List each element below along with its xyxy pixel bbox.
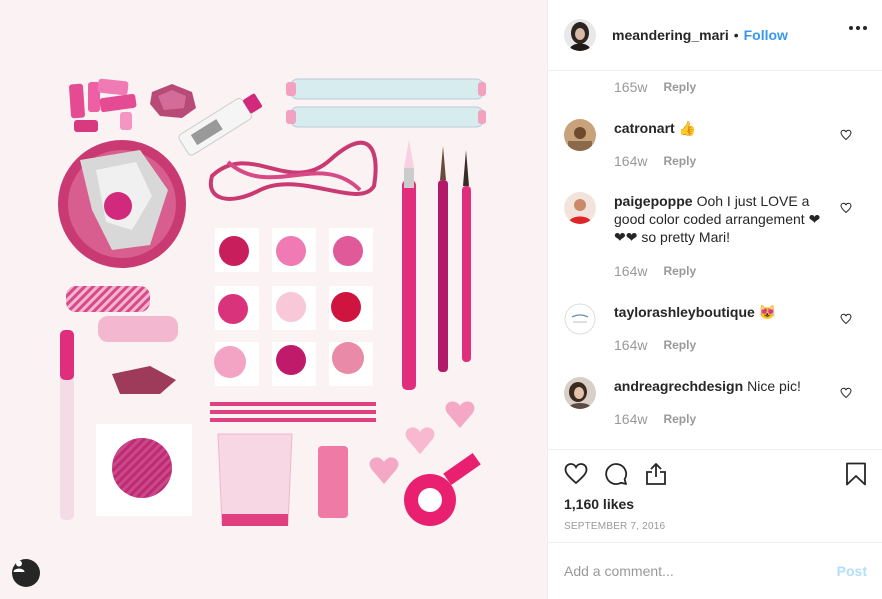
user-tag-button[interactable]: [12, 559, 40, 587]
comment-time[interactable]: 165w: [614, 79, 647, 95]
comment-item: andreagrechdesign Nice pic!: [564, 377, 864, 409]
comment-like-heart-icon[interactable]: [840, 129, 852, 141]
comment-time[interactable]: 164w: [614, 411, 647, 427]
reply-button[interactable]: Reply: [663, 338, 696, 352]
comment-text: Nice pic!: [747, 378, 801, 394]
comment-meta: 164w Reply: [614, 263, 696, 279]
comment-username[interactable]: catronart: [614, 120, 675, 136]
post-comment-button[interactable]: Post: [837, 563, 867, 579]
comment-input[interactable]: [564, 563, 837, 579]
heart-icon[interactable]: [564, 462, 588, 486]
share-icon[interactable]: [644, 462, 668, 486]
comment-time[interactable]: 164w: [614, 337, 647, 353]
comment-meta: 164w Reply: [614, 411, 696, 427]
post-actions: 1,160 likes September 7, 2016: [548, 449, 882, 551]
comment-item: paigepoppe Ooh I just LOVE a good color c…: [564, 192, 864, 246]
comment-item: catronart 👍: [564, 119, 864, 151]
comments-list[interactable]: 165w Reply catronart 👍 164w Reply paigepo…: [548, 71, 882, 449]
header-separator: •: [733, 27, 739, 43]
reply-button[interactable]: Reply: [663, 264, 696, 278]
author-username[interactable]: meandering_mari: [612, 27, 729, 43]
post-side-panel: meandering_mari • Follow 165w Reply catr…: [547, 0, 882, 599]
comment-text: 😻: [758, 304, 777, 320]
commenter-avatar[interactable]: [564, 192, 596, 224]
bookmark-icon[interactable]: [845, 462, 867, 486]
likes-count[interactable]: 1,160 likes: [564, 496, 634, 512]
comment-meta: 165w Reply: [614, 79, 696, 95]
comment-time[interactable]: 164w: [614, 263, 647, 279]
comment-username[interactable]: andreagrechdesign: [614, 378, 743, 394]
comment-time[interactable]: 164w: [614, 153, 647, 169]
comment-meta: 164w Reply: [614, 153, 696, 169]
follow-button[interactable]: Follow: [744, 27, 788, 43]
comment-like-heart-icon[interactable]: [840, 313, 852, 325]
comment-like-heart-icon[interactable]: [840, 387, 852, 399]
comment-username[interactable]: paigepoppe: [614, 193, 693, 209]
commenter-avatar[interactable]: [564, 377, 596, 409]
add-comment-bar: Post: [548, 542, 882, 599]
reply-button[interactable]: Reply: [663, 154, 696, 168]
comment-username[interactable]: taylorashleyboutique: [614, 304, 755, 320]
reply-button[interactable]: Reply: [663, 80, 696, 94]
reply-button[interactable]: Reply: [663, 412, 696, 426]
post-date: September 7, 2016: [564, 521, 666, 532]
comment-item: taylorashleyboutique 😻: [564, 303, 864, 335]
photo-artwork: [58, 78, 486, 526]
commenter-avatar[interactable]: [564, 303, 596, 335]
post-photo[interactable]: [0, 0, 547, 599]
comment-like-heart-icon[interactable]: [840, 202, 852, 214]
user-icon: [13, 560, 25, 572]
author-avatar-image: [564, 19, 596, 51]
commenter-avatar[interactable]: [564, 119, 596, 151]
post-header: meandering_mari • Follow: [548, 0, 882, 71]
author-avatar[interactable]: [564, 19, 596, 51]
comment-meta: 164w Reply: [614, 337, 696, 353]
comment-icon[interactable]: [604, 462, 628, 486]
more-options-icon[interactable]: [849, 26, 867, 30]
comment-text: 👍: [678, 120, 697, 136]
